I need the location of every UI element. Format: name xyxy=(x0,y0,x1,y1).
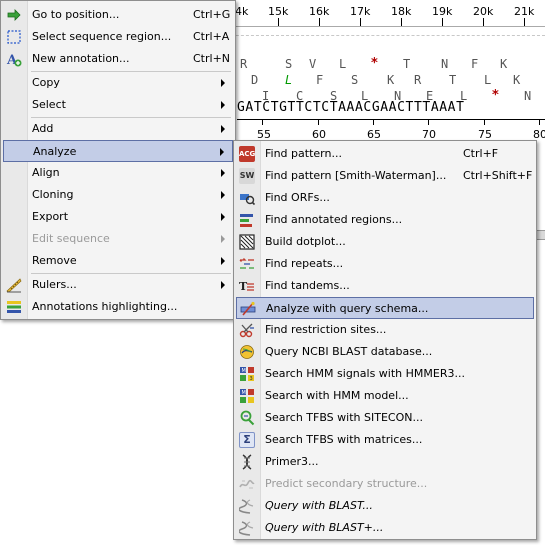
ruler-tick-label: 20k xyxy=(473,5,494,18)
menu-item-cloning[interactable]: Cloning xyxy=(3,184,233,206)
repeats-icon xyxy=(239,256,255,272)
menu-item-find-restriction-sites[interactable]: Find restriction sites... xyxy=(236,319,534,341)
menu-item-find-annotated-regions[interactable]: Find annotated regions... xyxy=(236,209,534,231)
menu-item-analyze[interactable]: Analyze xyxy=(3,140,233,162)
submenu-arrow-icon xyxy=(221,191,225,199)
svg-text:3: 3 xyxy=(250,376,253,382)
ruler-tick-label: 19k xyxy=(432,5,453,18)
menu-item-analyze-with-query-schema[interactable]: Analyze with query schema... xyxy=(236,297,534,319)
menu-item-export[interactable]: Export xyxy=(3,206,233,228)
menu-item-copy[interactable]: Copy xyxy=(3,72,233,94)
submenu-arrow-icon xyxy=(221,125,225,133)
svg-text:M: M xyxy=(242,390,246,396)
menu-item-align[interactable]: Align xyxy=(3,162,233,184)
menu-item-remove[interactable]: Remove xyxy=(3,250,233,272)
menu-item-search-with-hmm-model[interactable]: M Search with HMM model... xyxy=(236,385,534,407)
stop-codon: * xyxy=(492,88,499,103)
menu-item-edit-sequence[interactable]: Edit sequence xyxy=(3,228,233,250)
svg-text:T: T xyxy=(239,280,248,293)
ruler-tick-label: 16k xyxy=(309,5,330,18)
arrow-right-icon xyxy=(6,7,22,23)
ruler-tick-label: 4k xyxy=(235,5,249,18)
dotplot-icon xyxy=(239,234,255,250)
highlight-icon xyxy=(6,299,22,315)
menu-item-search-tfbs-sitecon[interactable]: Search TFBS with SITECON... xyxy=(236,407,534,429)
menu-item-new-annotation[interactable]: A New annotation... Ctrl+N xyxy=(3,48,233,70)
find-pattern-icon: ACG xyxy=(239,146,255,162)
annotated-regions-icon xyxy=(239,212,255,228)
ruler-tick-label: 21k xyxy=(514,5,535,18)
position-ruler xyxy=(237,119,545,120)
submenu-arrow-icon xyxy=(220,148,224,156)
query-schema-icon xyxy=(240,301,256,317)
submenu-arrow-icon xyxy=(221,79,225,87)
menu-item-build-dotplot[interactable]: Build dotplot... xyxy=(236,231,534,253)
submenu-arrow-icon xyxy=(221,101,225,109)
blast-plus-icon xyxy=(239,520,255,536)
smith-waterman-icon: SW xyxy=(239,168,255,184)
svg-text:M: M xyxy=(242,368,246,374)
submenu-arrow-icon xyxy=(221,235,225,243)
menu-item-query-with-blast[interactable]: Query with BLAST... xyxy=(236,495,534,517)
ruler-icon xyxy=(6,277,22,293)
menu-item-query-with-blast-plus[interactable]: Query with BLAST+... xyxy=(236,517,534,539)
menu-item-rulers[interactable]: Rulers... xyxy=(3,274,233,296)
menu-item-query-ncbi-blast-database[interactable]: Query NCBI BLAST database... xyxy=(236,341,534,363)
restriction-sites-icon xyxy=(239,322,255,338)
blast-icon xyxy=(239,498,255,514)
menu-item-find-pattern-smith-waterman[interactable]: SW Find pattern [Smith-Waterman]... Ctrl… xyxy=(236,165,534,187)
menu-item-search-hmm-signals-hmmer3[interactable]: M3 Search HMM signals with HMMER3... xyxy=(236,363,534,385)
analyze-submenu: ACG Find pattern... Ctrl+F SW Find patte… xyxy=(233,140,537,540)
menu-item-select-sequence-region[interactable]: Select sequence region... Ctrl+A xyxy=(3,26,233,48)
ruler-tick-label: 18k xyxy=(391,5,412,18)
submenu-arrow-icon xyxy=(221,281,225,289)
context-menu: Go to position... Ctrl+G Select sequence… xyxy=(0,0,236,320)
new-annotation-icon: A xyxy=(6,51,22,67)
matrices-icon: Σ xyxy=(239,432,255,448)
tandems-icon: T xyxy=(239,278,255,294)
menu-item-annotations-highlighting[interactable]: Annotations highlighting... xyxy=(3,296,233,318)
dna-sequence: GATCTGTTCTCTAAACGAACTTTAAAT xyxy=(237,100,465,115)
menu-item-find-pattern[interactable]: ACG Find pattern... Ctrl+F xyxy=(236,143,534,165)
menu-item-search-tfbs-matrices[interactable]: Σ Search TFBS with matrices... xyxy=(236,429,534,451)
menu-item-find-tandems[interactable]: T Find tandems... xyxy=(236,275,534,297)
submenu-arrow-icon xyxy=(221,169,225,177)
menu-item-predict-secondary-structure[interactable]: Predict secondary structure... xyxy=(236,473,534,495)
hmm-model-icon: M xyxy=(239,388,255,404)
menu-item-find-repeats[interactable]: Find repeats... xyxy=(236,253,534,275)
menu-item-find-orfs[interactable]: Find ORFs... xyxy=(236,187,534,209)
selection-icon xyxy=(6,29,22,45)
menu-item-go-to-position[interactable]: Go to position... Ctrl+G xyxy=(3,4,233,26)
submenu-arrow-icon xyxy=(221,257,225,265)
menu-item-primer3[interactable]: Primer3... xyxy=(236,451,534,473)
secondary-structure-icon xyxy=(239,476,255,492)
submenu-arrow-icon xyxy=(221,213,225,221)
sitecon-icon xyxy=(239,410,255,426)
stop-codon: * xyxy=(371,56,378,71)
orf-icon xyxy=(239,190,255,206)
ncbi-blast-icon xyxy=(239,344,255,360)
hmmer3-icon: M3 xyxy=(239,366,255,382)
ruler-tick-label: 17k xyxy=(350,5,371,18)
menu-item-add[interactable]: Add xyxy=(3,118,233,140)
primer3-icon xyxy=(239,454,255,470)
ruler-tick-label: 15k xyxy=(268,5,289,18)
menu-item-select[interactable]: Select xyxy=(3,94,233,116)
